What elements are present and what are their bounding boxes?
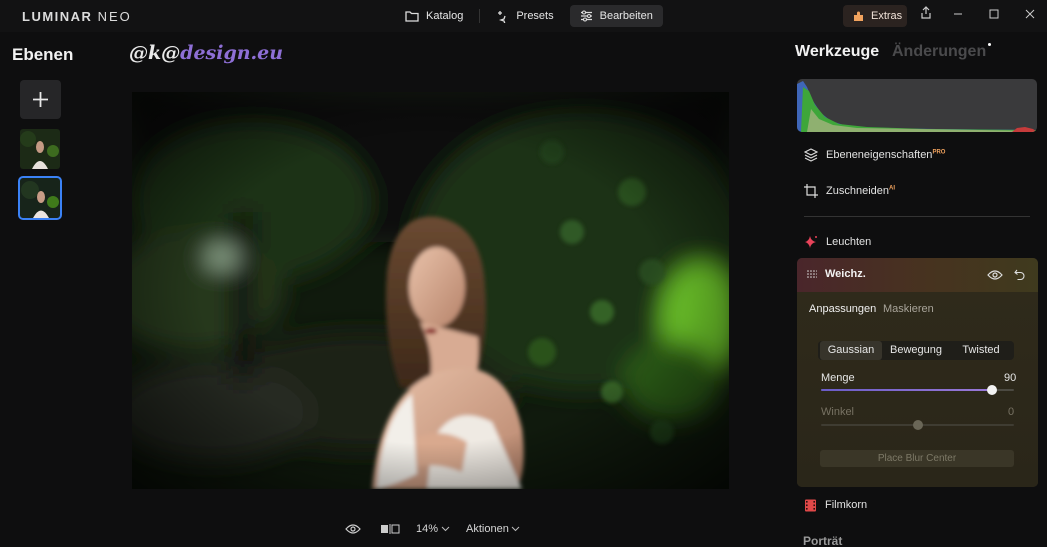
preview-toggle[interactable] — [345, 520, 361, 538]
app-logo: LUMINAR NEO — [22, 9, 132, 24]
actions-label: Aktionen — [466, 523, 509, 535]
title-bar: LUMINAR NEO Katalog Presets Bearbeiten E… — [0, 0, 1047, 32]
nav-edit-label: Bearbeiten — [599, 10, 653, 22]
changes-indicator-dot — [988, 43, 991, 46]
photo-canvas[interactable] — [132, 92, 729, 489]
share-icon[interactable] — [917, 6, 935, 24]
tool-label: Filmkorn — [825, 499, 868, 511]
subtab-masking[interactable]: Maskieren — [883, 303, 934, 315]
puzzle-icon — [854, 11, 863, 21]
tool-crop[interactable]: ZuschneidenAI — [804, 182, 895, 200]
histogram — [797, 79, 1037, 132]
grid-icon — [807, 270, 817, 278]
ai-badge: AI — [889, 185, 895, 192]
blur-mode-selector: Gaussian Bewegung Twisted — [818, 341, 1014, 360]
mode-twisted[interactable]: Twisted — [950, 341, 1012, 360]
nav-presets-label: Presets — [516, 10, 554, 22]
tool-label: Leuchten — [826, 236, 872, 248]
amount-value[interactable]: 90 — [1004, 372, 1016, 384]
panel-header[interactable]: Weichz. — [797, 258, 1038, 292]
place-blur-center-button[interactable]: Place Blur Center — [820, 450, 1014, 467]
nav-edit-button[interactable]: Bearbeiten — [569, 5, 663, 27]
eye-icon — [345, 524, 361, 534]
compare-icon — [381, 524, 400, 534]
tab-changes[interactable]: Änderungen — [892, 43, 986, 61]
add-layer-button[interactable] — [20, 80, 61, 119]
layer-thumbnail[interactable] — [20, 129, 60, 169]
pro-badge: PRO — [932, 149, 946, 156]
divider — [804, 216, 1030, 217]
sparkle-icon — [805, 236, 817, 248]
nav-divider — [479, 9, 481, 23]
subtab-adjustments[interactable]: Anpassungen — [809, 303, 876, 315]
mode-motion[interactable]: Bewegung — [884, 341, 948, 360]
amount-slider-thumb[interactable] — [987, 385, 997, 395]
maximize-icon[interactable] — [985, 6, 1003, 24]
extras-label: Extras — [871, 10, 903, 22]
plus-icon — [33, 92, 48, 107]
amount-slider-track[interactable] — [821, 389, 1014, 391]
sliders-icon — [580, 10, 592, 22]
folder-icon — [405, 11, 419, 22]
mode-gaussian[interactable]: Gaussian — [820, 341, 882, 360]
tool-film-grain[interactable]: Filmkorn — [804, 496, 867, 514]
angle-label: Winkel — [821, 406, 855, 418]
panel-title: Weichz. — [825, 268, 866, 280]
actions-dropdown[interactable]: Aktionen — [466, 520, 520, 538]
tool-layer-properties[interactable]: EbeneneigenschaftenPRO — [804, 146, 945, 164]
tool-label: Ebeneneigenschaften — [826, 149, 933, 161]
sparkles-icon — [498, 10, 506, 23]
tool-label: Zuschneiden — [826, 185, 889, 197]
nav-catalog-button[interactable]: Katalog — [395, 5, 473, 27]
chevron-down-icon — [441, 526, 450, 532]
zoom-dropdown[interactable]: 14% — [416, 520, 450, 538]
chevron-down-icon — [511, 526, 520, 532]
angle-slider-thumb[interactable] — [913, 420, 923, 430]
zoom-value: 14% — [416, 523, 439, 535]
layer-thumbnail-selected[interactable] — [18, 176, 62, 220]
film-grain-icon — [805, 499, 816, 511]
tool-leuchten[interactable]: Leuchten — [804, 233, 871, 251]
nav-catalog-label: Katalog — [426, 10, 464, 22]
nav-presets-button[interactable]: Presets — [486, 5, 563, 27]
extras-button[interactable]: Extras — [843, 5, 907, 27]
soft-focus-panel: Weichz. Anpassungen Maskieren Gaussian B… — [797, 258, 1038, 487]
amount-label: Menge — [821, 372, 855, 384]
layers-title: Ebenen — [12, 45, 74, 64]
eye-icon[interactable] — [987, 269, 1003, 281]
layers-icon — [804, 148, 818, 162]
watermark-text: @k@design.eu — [129, 42, 284, 64]
reset-icon[interactable] — [1014, 268, 1026, 280]
section-portrait[interactable]: Porträt — [803, 534, 842, 547]
close-icon[interactable] — [1021, 6, 1039, 24]
crop-icon — [804, 184, 818, 198]
main-nav: Katalog Presets Bearbeiten — [395, 5, 663, 27]
tab-tools[interactable]: Werkzeuge — [795, 43, 879, 61]
angle-value[interactable]: 0 — [1008, 406, 1014, 418]
minimize-icon[interactable] — [949, 6, 967, 24]
compare-toggle[interactable] — [380, 520, 400, 538]
amount-slider-fill — [821, 389, 995, 391]
